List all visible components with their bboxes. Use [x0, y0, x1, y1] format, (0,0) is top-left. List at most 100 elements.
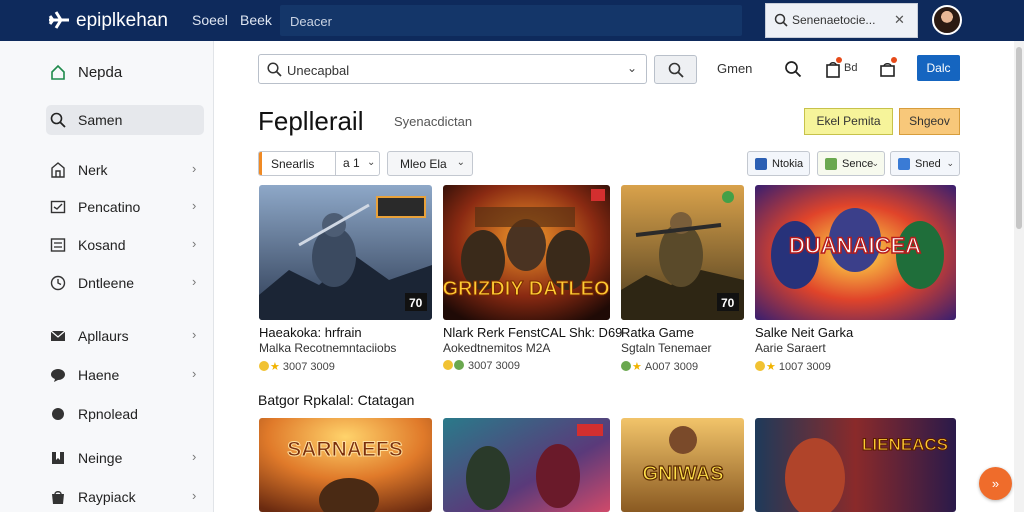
- card-meta-text: A007 3009: [644, 361, 699, 373]
- search-icon: [267, 62, 282, 77]
- sidebar-item-label: Haene: [78, 367, 120, 383]
- sidebar-item-label: Dntleene: [78, 275, 135, 291]
- chevron-right-icon: ›: [192, 198, 197, 213]
- sidebar-item-chat[interactable]: Haene ›: [46, 360, 204, 390]
- filter-segment[interactable]: Snearlis a 1 ⌄: [258, 151, 380, 176]
- toolbar-link[interactable]: Gmen: [717, 61, 752, 76]
- search-icon[interactable]: [784, 60, 802, 78]
- chevron-right-icon: ›: [192, 327, 197, 342]
- card-title[interactable]: Salke Neit Garka: [755, 325, 853, 340]
- sidebar-item-store[interactable]: Nerk ›: [46, 155, 204, 185]
- chevron-down-icon[interactable]: ⌄: [627, 61, 637, 75]
- section-title: Batgor Rpkalal: Ctatagan: [258, 392, 415, 408]
- orange-action-button[interactable]: Shgeov: [899, 108, 960, 135]
- search-icon: [50, 112, 66, 128]
- game-card-image[interactable]: GNIWAS: [621, 418, 744, 512]
- star-icon: ★: [766, 361, 776, 373]
- coin-icon: [259, 361, 269, 371]
- filter-chip-3[interactable]: Sned ⌄: [890, 151, 960, 176]
- primary-button[interactable]: Dalc: [917, 55, 960, 81]
- secondary-search-text: Senenaetocie...: [792, 13, 876, 27]
- chip-label: Ntokia: [772, 158, 804, 170]
- chip-label: Sence: [842, 158, 874, 170]
- card-subtitle: Sgtaln Tenemaer: [621, 341, 712, 355]
- inbox-icon: [50, 200, 66, 214]
- chevron-right-icon: ›: [192, 274, 197, 289]
- sidebar: Nepda Samen Nerk › Pencatino › Kosand › …: [0, 41, 214, 512]
- bag-icon[interactable]: [824, 61, 842, 79]
- segment-option-b[interactable]: a 1: [343, 156, 360, 170]
- game-card-image[interactable]: LIENEACS: [755, 418, 956, 512]
- game-card-image[interactable]: 70: [259, 185, 432, 320]
- sidebar-item-home[interactable]: Nepda: [46, 57, 204, 87]
- card-art-title: SARNAEFS: [287, 438, 403, 461]
- sidebar-item-bookmarks[interactable]: Neinge ›: [46, 443, 204, 473]
- sidebar-item-inbox[interactable]: Pencatino ›: [46, 192, 204, 222]
- sidebar-item-label: Apllaurs: [78, 328, 129, 344]
- bag-icon: [52, 491, 64, 504]
- card-meta: 3007 3009: [443, 360, 520, 372]
- avatar[interactable]: [932, 5, 962, 35]
- sidebar-item-bag[interactable]: Raypiack ›: [46, 482, 204, 512]
- yellow-action-button[interactable]: Ekel Pemita: [804, 108, 893, 135]
- card-meta-text: 3007 3009: [468, 360, 520, 372]
- coin-icon: [621, 361, 631, 371]
- cart-icon[interactable]: [879, 61, 897, 79]
- tag-icon: [755, 158, 767, 170]
- filter-dropdown[interactable]: Mleo Ela ⌄: [387, 151, 473, 176]
- search-icon: [668, 62, 684, 78]
- sidebar-item-label: Samen: [78, 112, 123, 128]
- sidebar-item-label: Rpnolead: [78, 406, 138, 422]
- coin-icon: [755, 361, 765, 371]
- chevron-right-icon: ›: [192, 236, 197, 251]
- card-art-title: DUANAICEA: [789, 233, 921, 258]
- secondary-search[interactable]: Senenaetocie... ✕: [765, 3, 918, 38]
- card-title[interactable]: Ratka Game: [621, 325, 694, 340]
- game-card-image[interactable]: 70: [621, 185, 744, 320]
- filter-chip-1[interactable]: Ntokia: [747, 151, 810, 176]
- nav-link-1[interactable]: Soeel: [192, 12, 228, 28]
- sidebar-item-label: Kosand: [78, 237, 126, 253]
- close-icon[interactable]: ✕: [894, 12, 905, 28]
- nav-link-2[interactable]: Beek: [240, 12, 272, 28]
- sidebar-item-label: Neinge: [78, 450, 123, 466]
- sidebar-item-search[interactable]: Samen: [46, 105, 204, 135]
- sidebar-item-reload[interactable]: Rpnolead: [46, 399, 204, 429]
- main-search-input[interactable]: [287, 61, 617, 79]
- sidebar-item-label: Nepda: [78, 64, 123, 81]
- card-meta: ★ 3007 3009: [259, 360, 335, 373]
- game-card-image[interactable]: [443, 418, 610, 512]
- card-art-title: GRIZDIY DATLEO: [443, 278, 610, 300]
- top-search-input[interactable]: [290, 12, 730, 30]
- game-art: [443, 418, 610, 512]
- card-badge: 70: [409, 296, 423, 310]
- segment-divider: [335, 152, 336, 175]
- game-art: DUANAICEA: [755, 185, 956, 320]
- bookmark-icon: [52, 452, 64, 464]
- chevron-right-icon: ›: [192, 366, 197, 381]
- star-icon: ★: [632, 361, 642, 373]
- chevron-right-icon: ›: [192, 488, 197, 503]
- clock-icon: [50, 275, 66, 291]
- main-search-field[interactable]: ⌄: [258, 54, 647, 84]
- game-card-image[interactable]: SARNAEFS: [259, 418, 432, 512]
- scrollbar-thumb[interactable]: [1016, 47, 1022, 229]
- search-button[interactable]: [654, 55, 697, 84]
- card-meta: ★ A007 3009: [621, 360, 698, 373]
- segment-option-a[interactable]: Snearlis: [271, 157, 314, 171]
- sidebar-item-mail[interactable]: Apllaurs ›: [46, 321, 204, 351]
- search-icon: [774, 13, 788, 27]
- floating-action-button[interactable]: »: [979, 467, 1012, 500]
- card-subtitle: Aarie Saraert: [755, 341, 826, 355]
- card-title[interactable]: Haeakoka: hrfrain: [259, 325, 362, 340]
- card-title[interactable]: Nlark Rerk FenstCAL Shk: D69: [443, 325, 622, 340]
- scrollbar[interactable]: [1014, 41, 1024, 512]
- filter-chip-2[interactable]: Sence ⌄: [817, 151, 885, 176]
- sidebar-item-history[interactable]: Dntleene ›: [46, 268, 204, 298]
- top-search-bar[interactable]: [280, 5, 742, 36]
- card-meta: ★ 1007 3009: [755, 360, 831, 373]
- page-subtitle: Syenacdictan: [394, 114, 473, 129]
- sidebar-item-list[interactable]: Kosand ›: [46, 230, 204, 260]
- game-card-image[interactable]: DUANAICEA: [755, 185, 956, 320]
- game-card-image[interactable]: GRIZDIY DATLEO: [443, 185, 610, 320]
